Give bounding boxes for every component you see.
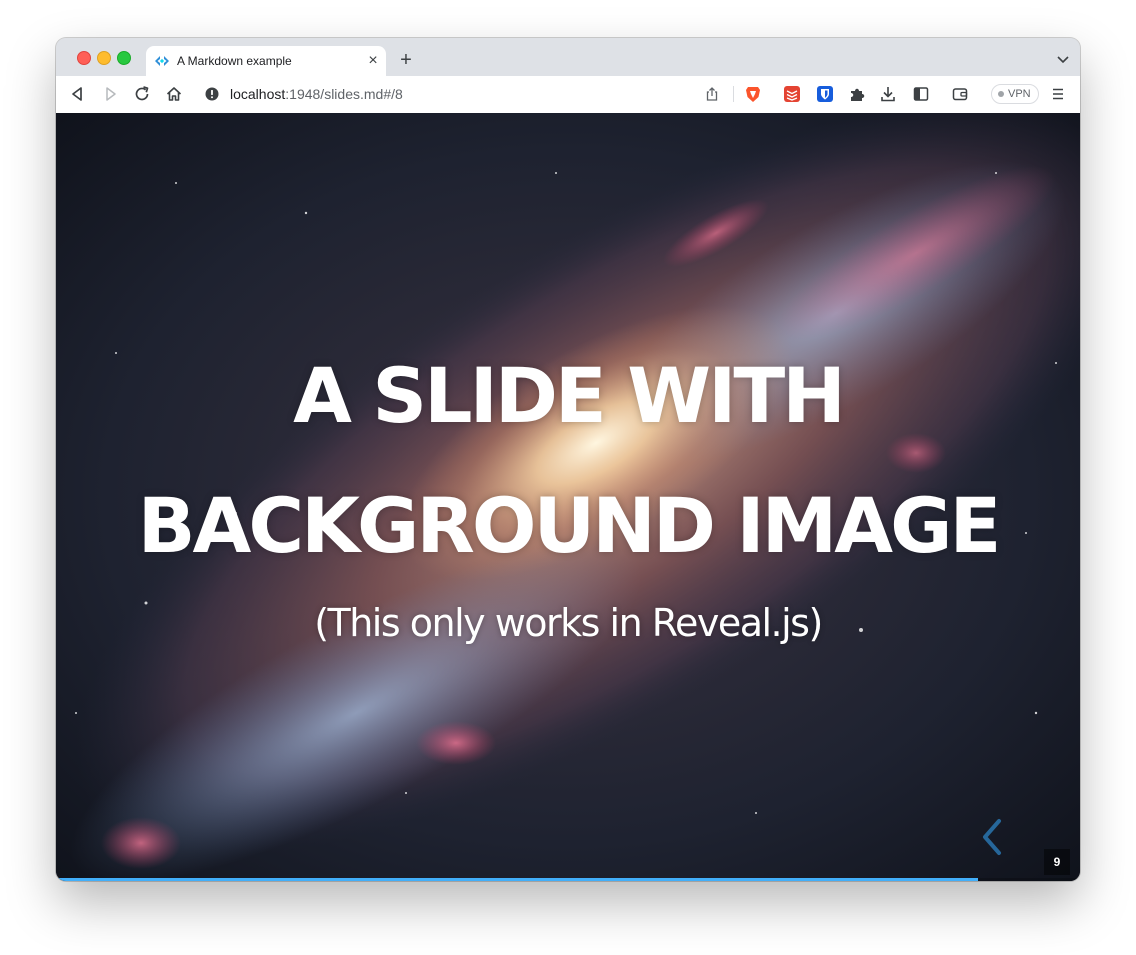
forward-icon[interactable] — [100, 84, 120, 104]
new-tab-button[interactable]: + — [396, 50, 416, 70]
menu-icon[interactable] — [1051, 85, 1065, 103]
prev-slide-arrow-icon[interactable] — [977, 817, 1007, 857]
slide-number: 9 — [1044, 849, 1070, 875]
vpn-label: VPN — [1008, 88, 1031, 100]
wallet-icon[interactable] — [951, 85, 969, 103]
address-bar[interactable]: localhost:1948/slides.md#/8 — [197, 80, 769, 108]
bitwarden-icon[interactable] — [816, 85, 834, 103]
tab-search-icon[interactable] — [1056, 52, 1070, 66]
url-path: :1948/slides.md#/8 — [285, 86, 403, 102]
reveal-favicon-icon — [155, 56, 169, 66]
download-icon[interactable] — [879, 85, 897, 103]
todoist-icon[interactable] — [783, 85, 801, 103]
vpn-button[interactable]: VPN — [991, 84, 1039, 104]
url-text[interactable]: localhost:1948/slides.md#/8 — [230, 86, 403, 102]
info-icon[interactable] — [205, 87, 219, 101]
share-icon[interactable] — [704, 86, 720, 102]
home-icon[interactable] — [164, 84, 184, 104]
tab-active[interactable]: A Markdown example × — [146, 46, 386, 76]
slide-viewport: A SLIDE WITH BACKGROUND IMAGE (This only… — [56, 113, 1080, 881]
window-minimize-button[interactable] — [97, 51, 111, 65]
browser-window: A Markdown example × + localhost:1948/sl… — [56, 38, 1080, 881]
extensions-icon[interactable] — [848, 85, 866, 103]
progress-bar-fill — [56, 878, 978, 881]
window-close-button[interactable] — [77, 51, 91, 65]
url-host: localhost — [230, 86, 286, 102]
tab-close-button[interactable]: × — [364, 52, 382, 70]
slide-title-line-2: BACKGROUND IMAGE — [137, 481, 1002, 570]
sidebar-icon[interactable] — [912, 85, 930, 103]
tab-strip: A Markdown example × + — [56, 38, 1080, 76]
slide-subtitle: (This only works in Reveal.js) — [314, 601, 823, 645]
toolbar: localhost:1948/slides.md#/8 VPN — [56, 76, 1080, 114]
slide: A SLIDE WITH BACKGROUND IMAGE (This only… — [56, 113, 1080, 881]
window-maximize-button[interactable] — [117, 51, 131, 65]
brave-icon[interactable] — [744, 85, 762, 103]
slide-title-line-1: A SLIDE WITH — [293, 351, 846, 440]
slide-title: A SLIDE WITH BACKGROUND IMAGE — [56, 331, 1080, 591]
vpn-status-dot — [998, 91, 1004, 97]
omnibox-divider — [733, 86, 734, 102]
progress-bar[interactable] — [56, 878, 1080, 881]
back-icon[interactable] — [68, 84, 88, 104]
tab-title: A Markdown example — [177, 54, 292, 68]
reload-icon[interactable] — [132, 84, 152, 104]
